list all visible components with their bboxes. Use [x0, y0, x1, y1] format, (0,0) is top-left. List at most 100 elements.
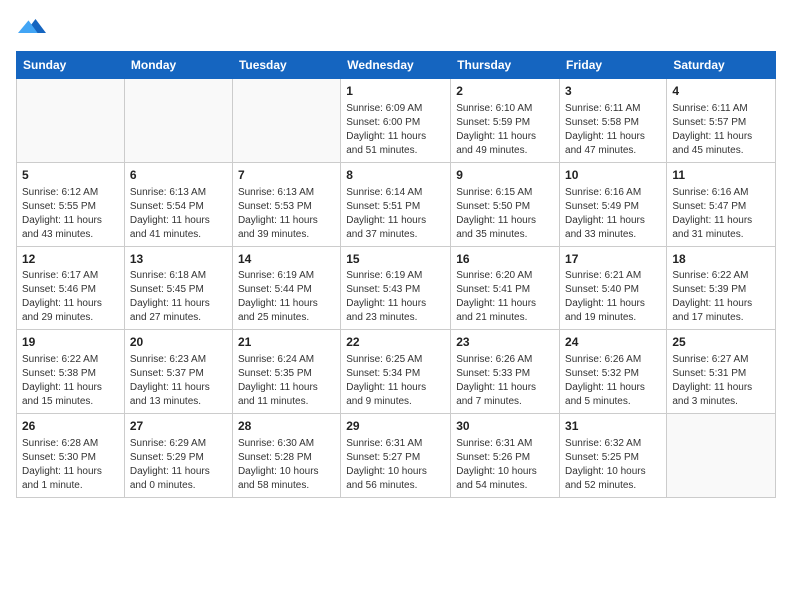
calendar-cell: 3Sunrise: 6:11 AM Sunset: 5:58 PM Daylig…: [560, 79, 667, 163]
calendar-cell: 13Sunrise: 6:18 AM Sunset: 5:45 PM Dayli…: [124, 246, 232, 330]
day-number: 13: [130, 251, 227, 268]
day-number: 4: [672, 83, 770, 100]
day-info: Sunrise: 6:31 AM Sunset: 5:27 PM Dayligh…: [346, 437, 445, 493]
logo-icon: [18, 12, 46, 40]
day-info: Sunrise: 6:29 AM Sunset: 5:29 PM Dayligh…: [130, 437, 227, 493]
day-info: Sunrise: 6:22 AM Sunset: 5:38 PM Dayligh…: [22, 353, 119, 409]
day-info: Sunrise: 6:15 AM Sunset: 5:50 PM Dayligh…: [456, 186, 554, 242]
calendar-cell: 20Sunrise: 6:23 AM Sunset: 5:37 PM Dayli…: [124, 330, 232, 414]
logo: [16, 16, 46, 45]
calendar-cell: 26 Sunrise: 6:28 AM Sunset: 5:30 PM Dayli…: [17, 414, 125, 498]
calendar-cell: 15Sunrise: 6:19 AM Sunset: 5:43 PM Dayli…: [341, 246, 451, 330]
page-header: [16, 10, 776, 45]
day-number: 5: [22, 167, 119, 184]
weekday-header-tuesday: Tuesday: [232, 52, 340, 79]
day-info: Sunrise: 6:24 AM Sunset: 5:35 PM Dayligh…: [238, 353, 335, 409]
weekday-header-friday: Friday: [560, 52, 667, 79]
day-info: Sunrise: 6:27 AM Sunset: 5:31 PM Dayligh…: [672, 353, 770, 409]
calendar-cell: [667, 414, 776, 498]
calendar-cell: 12Sunrise: 6:17 AM Sunset: 5:46 PM Dayli…: [17, 246, 125, 330]
day-info: Sunrise: 6:30 AM Sunset: 5:28 PM Dayligh…: [238, 437, 335, 493]
day-info: Sunrise: 6:19 AM Sunset: 5:44 PM Dayligh…: [238, 269, 335, 325]
calendar-cell: 14Sunrise: 6:19 AM Sunset: 5:44 PM Dayli…: [232, 246, 340, 330]
day-number: 20: [130, 334, 227, 351]
day-info: Sunrise: 6:11 AM Sunset: 5:58 PM Dayligh…: [565, 102, 661, 158]
day-number: 23: [456, 334, 554, 351]
day-info: Sunrise: 6:22 AM Sunset: 5:39 PM Dayligh…: [672, 269, 770, 325]
calendar-cell: 9 Sunrise: 6:15 AM Sunset: 5:50 PM Daylig…: [451, 162, 560, 246]
day-info: Sunrise: 6:31 AM Sunset: 5:26 PM Dayligh…: [456, 437, 554, 493]
day-number: 11: [672, 167, 770, 184]
day-info: Sunrise: 6:19 AM Sunset: 5:43 PM Dayligh…: [346, 269, 445, 325]
calendar-cell: 16Sunrise: 6:20 AM Sunset: 5:41 PM Dayli…: [451, 246, 560, 330]
calendar-cell: 8 Sunrise: 6:14 AM Sunset: 5:51 PM Daylig…: [341, 162, 451, 246]
day-number: 27: [130, 418, 227, 435]
calendar-cell: 27 Sunrise: 6:29 AM Sunset: 5:29 PM Dayli…: [124, 414, 232, 498]
calendar-cell: 19 Sunrise: 6:22 AM Sunset: 5:38 PM Dayli…: [17, 330, 125, 414]
day-number: 25: [672, 334, 770, 351]
day-number: 30: [456, 418, 554, 435]
day-number: 14: [238, 251, 335, 268]
day-number: 31: [565, 418, 661, 435]
calendar-cell: 2 Sunrise: 6:10 AM Sunset: 5:59 PM Daylig…: [451, 79, 560, 163]
calendar-cell: 24 Sunrise: 6:26 AM Sunset: 5:32 PM Dayli…: [560, 330, 667, 414]
day-info: Sunrise: 6:09 AM Sunset: 6:00 PM Dayligh…: [346, 102, 445, 158]
calendar-cell: 6Sunrise: 6:13 AM Sunset: 5:54 PM Daylig…: [124, 162, 232, 246]
day-number: 26: [22, 418, 119, 435]
day-info: Sunrise: 6:26 AM Sunset: 5:32 PM Dayligh…: [565, 353, 661, 409]
day-number: 2: [456, 83, 554, 100]
day-info: Sunrise: 6:13 AM Sunset: 5:54 PM Dayligh…: [130, 186, 227, 242]
weekday-header-row: SundayMondayTuesdayWednesdayThursdayFrid…: [17, 52, 776, 79]
day-info: Sunrise: 6:25 AM Sunset: 5:34 PM Dayligh…: [346, 353, 445, 409]
day-number: 19: [22, 334, 119, 351]
calendar-cell: 28Sunrise: 6:30 AM Sunset: 5:28 PM Dayli…: [232, 414, 340, 498]
day-info: Sunrise: 6:10 AM Sunset: 5:59 PM Dayligh…: [456, 102, 554, 158]
week-row-2: 5 Sunrise: 6:12 AM Sunset: 5:55 PM Daylig…: [17, 162, 776, 246]
calendar-cell: 31 Sunrise: 6:32 AM Sunset: 5:25 PM Dayli…: [560, 414, 667, 498]
day-number: 12: [22, 251, 119, 268]
calendar-cell: 7Sunrise: 6:13 AM Sunset: 5:53 PM Daylig…: [232, 162, 340, 246]
day-number: 17: [565, 251, 661, 268]
calendar-cell: 17Sunrise: 6:21 AM Sunset: 5:40 PM Dayli…: [560, 246, 667, 330]
calendar-cell: 30 Sunrise: 6:31 AM Sunset: 5:26 PM Dayli…: [451, 414, 560, 498]
calendar-cell: 22Sunrise: 6:25 AM Sunset: 5:34 PM Dayli…: [341, 330, 451, 414]
weekday-header-thursday: Thursday: [451, 52, 560, 79]
day-info: Sunrise: 6:26 AM Sunset: 5:33 PM Dayligh…: [456, 353, 554, 409]
calendar-cell: 11 Sunrise: 6:16 AM Sunset: 5:47 PM Dayli…: [667, 162, 776, 246]
calendar-cell: 5 Sunrise: 6:12 AM Sunset: 5:55 PM Daylig…: [17, 162, 125, 246]
calendar-cell: 23 Sunrise: 6:26 AM Sunset: 5:33 PM Dayli…: [451, 330, 560, 414]
day-info: Sunrise: 6:28 AM Sunset: 5:30 PM Dayligh…: [22, 437, 119, 493]
calendar-cell: 21 Sunrise: 6:24 AM Sunset: 5:35 PM Dayli…: [232, 330, 340, 414]
day-info: Sunrise: 6:16 AM Sunset: 5:49 PM Dayligh…: [565, 186, 661, 242]
day-number: 21: [238, 334, 335, 351]
calendar-cell: [17, 79, 125, 163]
day-number: 7: [238, 167, 335, 184]
calendar-cell: [232, 79, 340, 163]
day-number: 18: [672, 251, 770, 268]
calendar-cell: [124, 79, 232, 163]
week-row-1: 1 Sunrise: 6:09 AM Sunset: 6:00 PM Daylig…: [17, 79, 776, 163]
day-info: Sunrise: 6:14 AM Sunset: 5:51 PM Dayligh…: [346, 186, 445, 242]
day-number: 8: [346, 167, 445, 184]
calendar-cell: 25 Sunrise: 6:27 AM Sunset: 5:31 PM Dayli…: [667, 330, 776, 414]
day-info: Sunrise: 6:11 AM Sunset: 5:57 PM Dayligh…: [672, 102, 770, 158]
weekday-header-saturday: Saturday: [667, 52, 776, 79]
day-number: 10: [565, 167, 661, 184]
day-number: 9: [456, 167, 554, 184]
calendar-cell: 10 Sunrise: 6:16 AM Sunset: 5:49 PM Dayli…: [560, 162, 667, 246]
day-info: Sunrise: 6:21 AM Sunset: 5:40 PM Dayligh…: [565, 269, 661, 325]
day-info: Sunrise: 6:18 AM Sunset: 5:45 PM Dayligh…: [130, 269, 227, 325]
day-info: Sunrise: 6:32 AM Sunset: 5:25 PM Dayligh…: [565, 437, 661, 493]
day-info: Sunrise: 6:16 AM Sunset: 5:47 PM Dayligh…: [672, 186, 770, 242]
day-info: Sunrise: 6:17 AM Sunset: 5:46 PM Dayligh…: [22, 269, 119, 325]
week-row-4: 19 Sunrise: 6:22 AM Sunset: 5:38 PM Dayli…: [17, 330, 776, 414]
day-number: 29: [346, 418, 445, 435]
day-number: 1: [346, 83, 445, 100]
calendar-cell: 4 Sunrise: 6:11 AM Sunset: 5:57 PM Daylig…: [667, 79, 776, 163]
calendar-table: SundayMondayTuesdayWednesdayThursdayFrid…: [16, 51, 776, 498]
week-row-5: 26 Sunrise: 6:28 AM Sunset: 5:30 PM Dayli…: [17, 414, 776, 498]
day-number: 24: [565, 334, 661, 351]
day-info: Sunrise: 6:12 AM Sunset: 5:55 PM Dayligh…: [22, 186, 119, 242]
calendar-cell: 1 Sunrise: 6:09 AM Sunset: 6:00 PM Daylig…: [341, 79, 451, 163]
weekday-header-wednesday: Wednesday: [341, 52, 451, 79]
